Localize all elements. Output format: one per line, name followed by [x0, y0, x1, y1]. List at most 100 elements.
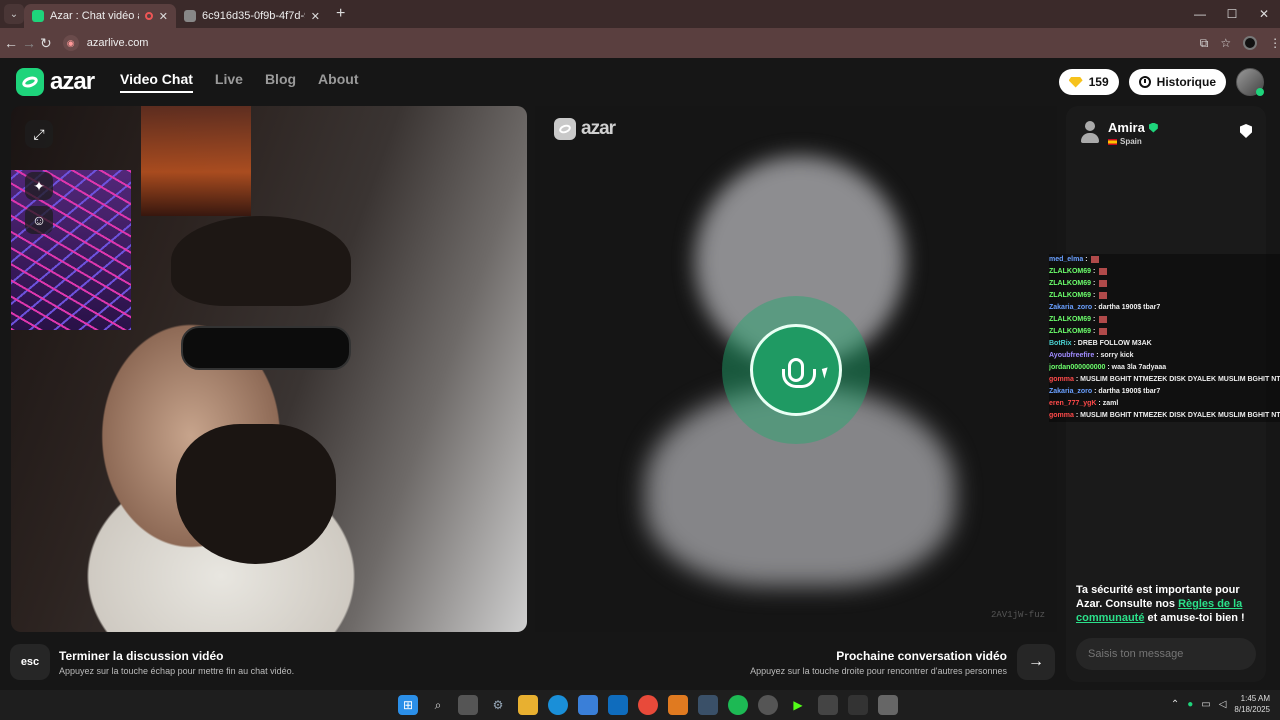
nav-video-chat[interactable]: Video Chat — [120, 71, 193, 93]
report-shield-icon[interactable] — [1240, 124, 1252, 138]
end-chat-button[interactable]: esc — [10, 644, 50, 680]
peer-country-row: Spain — [1108, 137, 1158, 146]
chat-line: ZLALKOM69 : — [1049, 278, 1280, 290]
steam-icon[interactable] — [698, 695, 718, 715]
chat-line: Zakaria_zoro : dartha 1900$ tbar7 — [1049, 386, 1280, 398]
tab-search-icon[interactable]: ⌄ — [4, 4, 24, 24]
omnibox[interactable]: ◉ azarlive.com — [60, 32, 1200, 54]
chat-username[interactable]: jordan000000000 — [1049, 364, 1105, 371]
end-chat-hint: Appuyez sur la touche échap pour mettre … — [59, 666, 295, 676]
chat-username[interactable]: gomma — [1049, 412, 1074, 419]
message-input[interactable] — [1076, 638, 1256, 670]
kick-icon[interactable]: ▶ — [788, 695, 808, 715]
profile-icon[interactable] — [1243, 36, 1258, 50]
chat-username[interactable]: ZLALKOM69 — [1049, 280, 1091, 287]
nav-blog[interactable]: Blog — [265, 71, 296, 93]
spotify-icon[interactable] — [728, 695, 748, 715]
chat-username[interactable]: Ayoubfreefire — [1049, 352, 1094, 359]
chat-line: ZLALKOM69 : — [1049, 314, 1280, 326]
app-folder-icon[interactable] — [818, 695, 838, 715]
chat-message: DREB FOLLOW M3AK — [1077, 340, 1152, 347]
chat-username[interactable]: ZLALKOM69 — [1049, 316, 1091, 323]
close-window-button[interactable]: ✕ — [1248, 0, 1280, 28]
edge-icon[interactable] — [548, 695, 568, 715]
search-icon[interactable]: ⌕ — [428, 695, 448, 715]
gems-button[interactable]: 159 — [1058, 69, 1119, 95]
maximize-button[interactable]: ☐ — [1216, 0, 1248, 28]
chat-username[interactable]: ZLALKOM69 — [1049, 292, 1091, 299]
chat-separator: : — [1091, 292, 1098, 299]
forward-icon[interactable]: → — [22, 35, 36, 51]
history-label: Historique — [1156, 75, 1216, 89]
chat-username[interactable]: ZLALKOM69 — [1049, 328, 1091, 335]
chat-username[interactable]: Zakaria_zoro — [1049, 304, 1092, 311]
remote-video-area: azar 2AV1jW-fuz — [535, 106, 1057, 632]
sticker-face-icon[interactable]: ☺ — [25, 206, 53, 234]
remote-azar-logo: azar — [554, 118, 616, 140]
effects-sparkle-icon[interactable]: ✦ — [25, 172, 53, 200]
chat-line: med_elma : — [1049, 254, 1280, 266]
minimize-button[interactable]: — — [1184, 0, 1216, 28]
volume-icon[interactable]: ◁ — [1219, 699, 1227, 710]
chat-username[interactable]: ZLALKOM69 — [1049, 268, 1091, 275]
app-tool-icon[interactable] — [848, 695, 868, 715]
chat-username[interactable]: BotRix — [1049, 340, 1072, 347]
url-text[interactable]: azarlive.com — [87, 37, 149, 49]
page-favicon-icon — [184, 10, 196, 22]
azar-favicon-icon — [32, 10, 44, 22]
nav-about[interactable]: About — [318, 71, 358, 93]
tab-second[interactable]: 6c916d35-0f9b-4f7d-985b-c4b ✕ — [176, 4, 328, 28]
chat-separator: : — [1091, 328, 1098, 335]
azar-logo-icon — [554, 118, 576, 140]
chat-message: zaml — [1102, 400, 1119, 407]
back-icon[interactable]: ← — [4, 35, 18, 51]
chat-line: ZLALKOM69 : — [1049, 326, 1280, 338]
toolbar-actions: ⧉ ☆ ⋮ — [1200, 36, 1280, 51]
chevron-up-icon[interactable]: ⌃ — [1171, 699, 1179, 710]
peer-name-row: Amira — [1108, 120, 1158, 135]
user-avatar[interactable] — [1236, 68, 1264, 96]
chat-username[interactable]: eren_777_ygK — [1049, 400, 1096, 407]
mic-tray-icon[interactable]: ● — [1187, 699, 1193, 710]
task-view-icon[interactable] — [458, 695, 478, 715]
nav-live[interactable]: Live — [215, 71, 243, 93]
reload-icon[interactable]: ↻ — [40, 35, 52, 52]
settings-gear-icon[interactable]: ⚙ — [488, 695, 508, 715]
chat-message: dartha 1900$ tbar7 — [1098, 304, 1161, 311]
chat-line: ZLALKOM69 : — [1049, 290, 1280, 302]
outlook-icon[interactable] — [608, 695, 628, 715]
new-tab-button[interactable]: + — [336, 5, 345, 23]
next-chat-button[interactable]: → — [1017, 644, 1055, 680]
file-explorer-icon[interactable] — [518, 695, 538, 715]
self-camera-video: ⤢ ✦ ☺ — [11, 106, 527, 632]
address-bar: ← → ↻ ◉ azarlive.com ⧉ ☆ ⋮ — [0, 28, 1280, 58]
store-icon[interactable] — [578, 695, 598, 715]
start-icon[interactable]: ⊞ — [398, 695, 418, 715]
azar-logo[interactable]: azar — [16, 68, 95, 96]
app-window-icon[interactable] — [878, 695, 898, 715]
system-tray: ⌃ ● ▭ ◁ 1:45 AM 8/18/2025 — [1171, 693, 1270, 715]
emote-icon — [1099, 291, 1108, 299]
menu-kebab-icon[interactable]: ⋮ — [1269, 36, 1280, 50]
bookmark-star-icon[interactable]: ☆ — [1220, 36, 1231, 50]
chat-username[interactable]: Zakaria_zoro — [1049, 388, 1092, 395]
install-app-icon[interactable]: ⧉ — [1200, 36, 1209, 51]
close-tab-icon[interactable]: ✕ — [311, 10, 320, 23]
tab-azar[interactable]: Azar : Chat vidéo avec de n ✕ — [24, 4, 176, 28]
history-button[interactable]: Historique — [1128, 69, 1226, 95]
person-beard — [176, 424, 336, 564]
network-icon[interactable]: ▭ — [1201, 699, 1210, 710]
obs-icon[interactable] — [758, 695, 778, 715]
expand-icon[interactable]: ⤢ — [25, 120, 53, 148]
site-info-icon[interactable]: ◉ — [62, 35, 79, 51]
system-clock[interactable]: 1:45 AM 8/18/2025 — [1234, 693, 1270, 715]
header-actions: 159 Historique — [1058, 68, 1264, 96]
close-tab-icon[interactable]: ✕ — [159, 10, 168, 23]
app-a-icon[interactable] — [668, 695, 688, 715]
chrome-icon[interactable] — [638, 695, 658, 715]
safety-notice: Ta sécurité est importante pour Azar. Co… — [1076, 583, 1256, 625]
chat-username[interactable]: med_elma — [1049, 256, 1083, 263]
verified-shield-icon — [1148, 122, 1158, 133]
chat-username[interactable]: gomma — [1049, 376, 1074, 383]
spain-flag-icon — [1108, 138, 1117, 145]
